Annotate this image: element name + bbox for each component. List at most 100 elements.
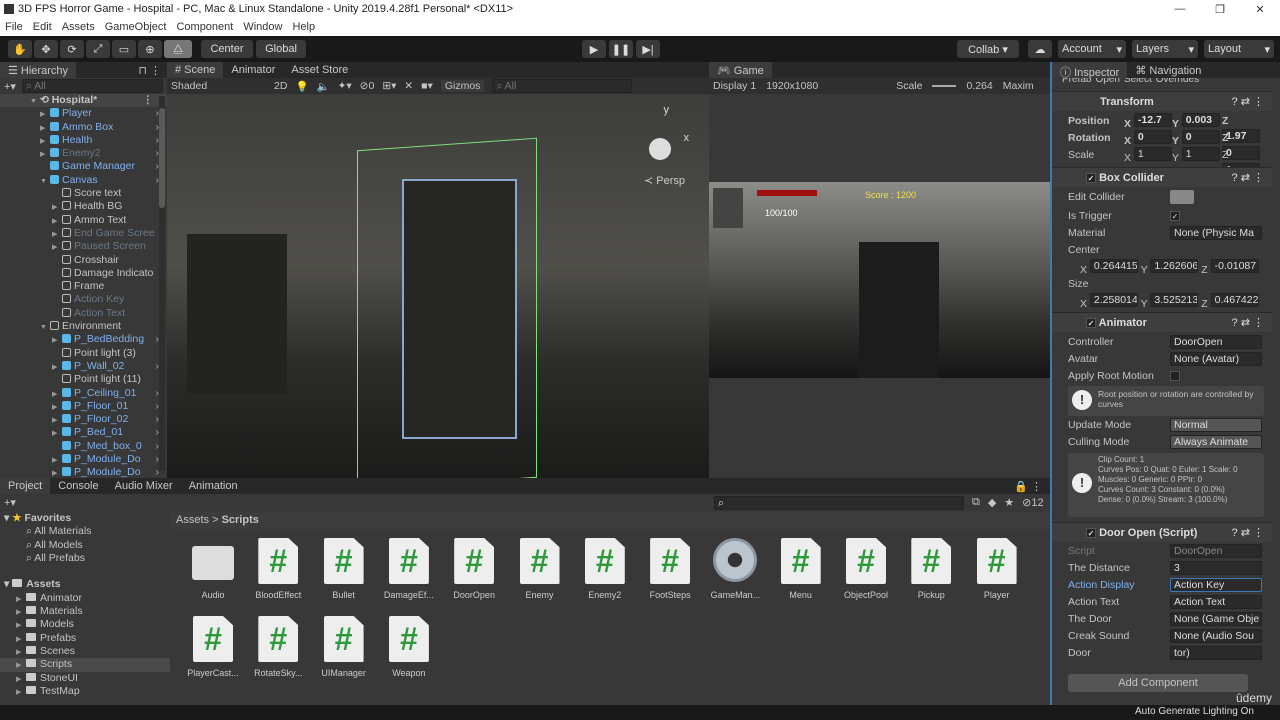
asset-item[interactable]: # Menu — [768, 538, 834, 600]
hierarchy-search-input[interactable]: ⌕ All — [21, 79, 163, 93]
hierarchy-item[interactable]: Action Text — [0, 307, 167, 320]
expand-arrow-icon[interactable]: ▶ — [16, 633, 26, 646]
action-text-field[interactable]: Action Text — [1170, 595, 1262, 609]
hierarchy-item[interactable]: ▶ P_Ceiling_01 › — [0, 387, 167, 400]
menu-file[interactable]: File — [5, 21, 23, 34]
pause-button[interactable]: ❚❚ — [609, 40, 633, 58]
lock-icon[interactable]: 🔒 ⋮ — [1006, 478, 1050, 494]
expand-arrow-icon[interactable]: ▶ — [52, 401, 62, 413]
hierarchy-item[interactable]: ▶ Paused Screen — [0, 240, 167, 253]
component-menu-icons[interactable]: ? ⇄ ⋮ — [1232, 313, 1264, 333]
hierarchy-item[interactable]: ▶ P_BedBedding › — [0, 333, 167, 346]
hierarchy-item[interactable]: Damage Indicato — [0, 267, 167, 280]
hierarchy-item[interactable]: Game Manager › — [0, 160, 167, 173]
expand-arrow-icon[interactable]: ▶ — [16, 606, 26, 619]
expand-arrow-icon[interactable]: ▼ — [40, 321, 50, 333]
close-button[interactable]: ✕ — [1240, 0, 1280, 16]
scale-x[interactable]: 1 — [1133, 147, 1172, 161]
folder-item[interactable]: ▶ Scripts — [0, 658, 170, 672]
hierarchy-item[interactable]: ▶ Health › — [0, 134, 167, 147]
center-x[interactable]: 0.264415 — [1089, 259, 1138, 273]
asset-item[interactable]: # Enemy2 — [572, 538, 638, 600]
asset-item[interactable]: # Enemy — [507, 538, 573, 600]
size-z[interactable]: 0.467422 — [1210, 293, 1259, 307]
folder-item[interactable]: ▶ Animator — [0, 592, 170, 605]
step-button[interactable]: ▶| — [636, 40, 660, 58]
tab-game[interactable]: 🎮 Game — [709, 62, 772, 78]
shading-dropdown[interactable]: Shaded — [171, 80, 266, 92]
folder-item[interactable]: ▶ Prefabs — [0, 632, 170, 645]
asset-item[interactable]: Audio — [180, 538, 246, 600]
rotation-y[interactable]: 0 — [1181, 130, 1220, 144]
hierarchy-item[interactable]: Frame — [0, 280, 167, 293]
hierarchy-item[interactable]: ▼ Canvas › — [0, 174, 167, 187]
expand-arrow-icon[interactable]: ▶ — [16, 646, 26, 659]
expand-arrow-icon[interactable]: ▶ — [16, 686, 26, 699]
expand-arrow-icon[interactable]: ▶ — [40, 135, 50, 147]
is-trigger-checkbox[interactable]: ✓ — [1170, 211, 1180, 221]
size-y[interactable]: 3.525213 — [1150, 293, 1199, 307]
hand-tool-icon[interactable]: ✋ — [8, 40, 32, 58]
component-menu-icons[interactable]: ? ⇄ ⋮ — [1232, 523, 1264, 543]
component-menu-icons[interactable]: ? ⇄ ⋮ — [1232, 92, 1264, 112]
enabled-checkbox[interactable]: ✓ — [1086, 318, 1096, 328]
expand-arrow-icon[interactable]: ▶ — [52, 241, 62, 253]
persp-label[interactable]: ≺ Persp — [644, 174, 685, 187]
audio-icon[interactable]: 🔈 — [317, 80, 330, 93]
asset-item[interactable]: # Pickup — [898, 538, 964, 600]
rect-tool-icon[interactable]: ▭ — [112, 40, 136, 58]
center-y[interactable]: 1.262606 — [1150, 259, 1199, 273]
tab-asset-store[interactable]: Asset Store — [283, 62, 356, 78]
hierarchy-item[interactable]: ▶ P_Floor_02 › — [0, 413, 167, 426]
menu-assets[interactable]: Assets — [62, 21, 95, 34]
hierarchy-item[interactable]: Score text — [0, 187, 167, 200]
hierarchy-scrollbar[interactable] — [159, 96, 165, 471]
culling-mode-dropdown[interactable]: Always Animate — [1170, 435, 1262, 449]
expand-arrow-icon[interactable]: ▶ — [16, 619, 26, 632]
tab-scene[interactable]: # Scene — [167, 62, 224, 78]
orientation-gizmo[interactable] — [649, 138, 671, 160]
scale-tool-icon[interactable]: ⤢ — [86, 40, 110, 58]
distance-field[interactable]: 3 — [1170, 561, 1262, 575]
project-search-input[interactable]: ⌕ — [713, 495, 964, 510]
layout-dropdown[interactable]: Layout ▾ — [1204, 40, 1274, 58]
rotate-tool-icon[interactable]: ⟳ — [60, 40, 84, 58]
minimize-button[interactable]: — — [1160, 0, 1200, 16]
expand-arrow-icon[interactable]: ▶ — [16, 593, 26, 606]
center-z[interactable]: -0.01087 — [1210, 259, 1259, 273]
expand-arrow-icon[interactable]: ▶ — [52, 427, 62, 439]
pivot-center-button[interactable]: Center — [201, 40, 253, 58]
game-viewport[interactable]: 100/100 Score : 1200 — [709, 182, 1050, 378]
controller-field[interactable]: DoorOpen — [1170, 335, 1262, 349]
hierarchy-item[interactable]: ▶ Ammo Text — [0, 214, 167, 227]
toggle-2d-button[interactable]: 2D — [274, 80, 287, 92]
hierarchy-item[interactable]: P_Med_box_0 › — [0, 440, 167, 453]
scale-y[interactable]: 1 — [1181, 147, 1220, 161]
enabled-checkbox[interactable]: ✓ — [1086, 173, 1096, 183]
tab-animation[interactable]: Animation — [181, 478, 246, 494]
create-button[interactable]: +▾ — [4, 496, 16, 509]
position-y[interactable]: 0.003 — [1181, 113, 1220, 127]
expand-arrow-icon[interactable]: ▶ — [52, 215, 62, 227]
update-mode-dropdown[interactable]: Normal — [1170, 418, 1262, 432]
breadcrumb-assets[interactable]: Assets — [176, 514, 209, 526]
expand-arrow-icon[interactable]: ▶ — [40, 148, 50, 160]
expand-arrow-icon[interactable]: ▶ — [52, 201, 62, 213]
material-field[interactable]: None (Physic Ma — [1170, 226, 1262, 240]
favorite-icon[interactable]: ★ — [1004, 496, 1014, 509]
asset-item[interactable]: # UIManager — [311, 616, 377, 678]
grid-icon[interactable]: ⊞▾ — [382, 80, 396, 92]
avatar-field[interactable]: None (Avatar) — [1170, 352, 1262, 366]
asset-item[interactable]: # FootSteps — [637, 538, 703, 600]
asset-item[interactable]: # ObjectPool — [833, 538, 899, 600]
cloud-icon[interactable]: ☁ — [1028, 40, 1052, 58]
space-global-button[interactable]: Global — [256, 40, 306, 58]
add-component-button[interactable]: Add Component — [1068, 674, 1248, 692]
account-dropdown[interactable]: Account ▾ — [1058, 40, 1126, 58]
scene-viewport[interactable]: x y ≺ Persp — [167, 94, 709, 478]
hidden-packages-button[interactable]: ⊘12 — [1022, 496, 1043, 509]
the-door-field[interactable]: None (Game Obje — [1170, 612, 1262, 626]
folder-item[interactable]: ▶ TestMap — [0, 685, 170, 698]
door-open-header[interactable]: ✓ Door Open (Script) ? ⇄ ⋮ — [1052, 522, 1272, 542]
more-icon[interactable]: ⋮ — [143, 94, 154, 107]
